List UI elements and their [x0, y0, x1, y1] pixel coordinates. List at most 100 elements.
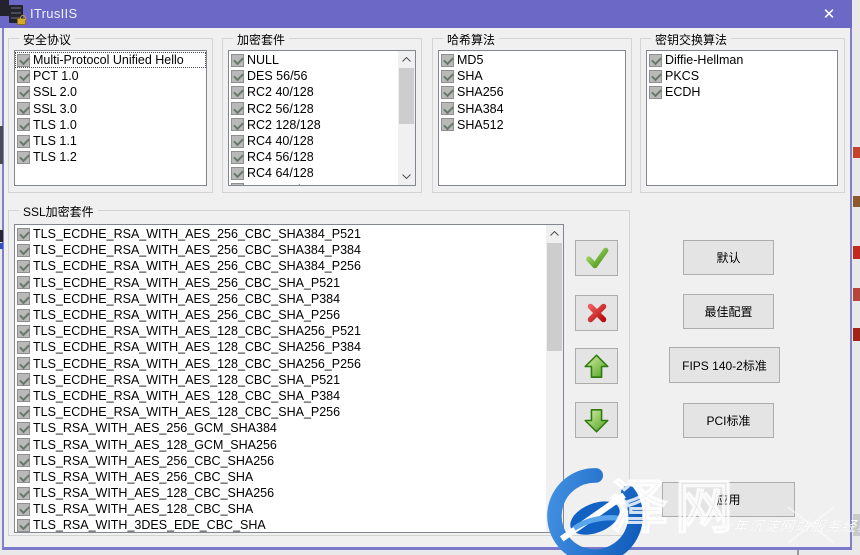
protocols-list[interactable]: Multi-Protocol Unified HelloPCT 1.0SSL 2…	[14, 50, 207, 186]
remove-button[interactable]	[575, 295, 618, 331]
list-item[interactable]: SHA384	[439, 101, 625, 117]
scroll-down-button[interactable]	[546, 515, 563, 532]
list-item[interactable]: DES 56/56	[229, 68, 415, 84]
checkbox-checked-icon[interactable]	[231, 167, 244, 180]
list-item[interactable]: SSL 2.0	[15, 84, 206, 100]
list-item[interactable]: TLS_ECDHE_RSA_WITH_AES_256_CBC_SHA_P521	[15, 275, 563, 291]
best-config-button[interactable]: 最佳配置	[683, 294, 774, 329]
checkbox-checked-icon[interactable]	[649, 54, 662, 67]
checkbox-checked-icon[interactable]	[17, 260, 30, 273]
checkbox-checked-icon[interactable]	[17, 118, 30, 131]
checkbox-checked-icon[interactable]	[441, 102, 454, 115]
list-item[interactable]: TLS_ECDHE_RSA_WITH_AES_256_CBC_SHA384_P5…	[15, 226, 563, 242]
list-item[interactable]: RC4 64/128	[229, 165, 415, 181]
checkbox-checked-icon[interactable]	[231, 183, 244, 186]
list-item[interactable]: NULL	[229, 52, 415, 68]
checkbox-checked-icon[interactable]	[17, 389, 30, 402]
scroll-up-button[interactable]	[546, 225, 563, 242]
checkbox-checked-icon[interactable]	[441, 118, 454, 131]
list-item[interactable]: TLS 1.0	[15, 117, 206, 133]
checkbox-checked-icon[interactable]	[17, 276, 30, 289]
list-item[interactable]: Multi-Protocol Unified Hello	[15, 52, 206, 68]
approve-button[interactable]	[575, 240, 618, 276]
fips-standard-button[interactable]: FIPS 140-2标准	[669, 347, 780, 383]
default-button[interactable]: 默认	[683, 240, 774, 275]
key-exchange-list[interactable]: Diffie-HellmanPKCSECDH	[646, 50, 838, 186]
checkbox-checked-icon[interactable]	[17, 244, 30, 257]
list-item[interactable]: TLS 1.1	[15, 133, 206, 149]
list-item[interactable]: PCT 1.0	[15, 68, 206, 84]
list-item[interactable]: TLS_ECDHE_RSA_WITH_AES_128_CBC_SHA_P256	[15, 404, 563, 420]
list-item[interactable]: TLS_ECDHE_RSA_WITH_AES_128_CBC_SHA256_P2…	[15, 356, 563, 372]
scroll-down-button[interactable]	[398, 168, 415, 185]
checkbox-checked-icon[interactable]	[17, 487, 30, 500]
list-item[interactable]: TLS_ECDHE_RSA_WITH_AES_256_CBC_SHA_P384	[15, 291, 563, 307]
ssl-suites-list[interactable]: TLS_ECDHE_RSA_WITH_AES_256_CBC_SHA384_P5…	[14, 224, 564, 533]
list-item[interactable]: TLS_RSA_WITH_3DES_EDE_CBC_SHA	[15, 517, 563, 533]
checkbox-checked-icon[interactable]	[17, 325, 30, 338]
list-item[interactable]: SSL 3.0	[15, 101, 206, 117]
list-item[interactable]: TLS 1.2	[15, 149, 206, 165]
checkbox-checked-icon[interactable]	[17, 86, 30, 99]
list-item[interactable]: RC4 40/128	[229, 133, 415, 149]
list-item[interactable]: SHA256	[439, 84, 625, 100]
list-item[interactable]: TLS_RSA_WITH_AES_256_CBC_SHA	[15, 469, 563, 485]
list-item[interactable]: SHA	[439, 68, 625, 84]
checkbox-checked-icon[interactable]	[17, 102, 30, 115]
checkbox-checked-icon[interactable]	[649, 70, 662, 83]
checkbox-checked-icon[interactable]	[231, 151, 244, 164]
list-item[interactable]: RC2 40/128	[229, 84, 415, 100]
checkbox-checked-icon[interactable]	[441, 54, 454, 67]
list-item[interactable]: Diffie-Hellman	[647, 52, 837, 68]
list-item[interactable]: TLS_RSA_WITH_AES_256_GCM_SHA384	[15, 420, 563, 436]
checkbox-checked-icon[interactable]	[17, 454, 30, 467]
ciphers-list[interactable]: NULLDES 56/56RC2 40/128RC2 56/128RC2 128…	[228, 50, 416, 186]
list-item[interactable]: RC2 56/128	[229, 101, 415, 117]
checkbox-checked-icon[interactable]	[17, 70, 30, 83]
list-item[interactable]: PKCS	[647, 68, 837, 84]
checkbox-checked-icon[interactable]	[17, 519, 30, 532]
checkbox-checked-icon[interactable]	[17, 503, 30, 516]
hashes-list[interactable]: MD5SHASHA256SHA384SHA512	[438, 50, 626, 186]
list-item[interactable]: RC2 128/128	[229, 117, 415, 133]
list-item[interactable]: TLS_RSA_WITH_AES_128_CBC_SHA	[15, 501, 563, 517]
list-item[interactable]: TLS_ECDHE_RSA_WITH_AES_256_CBC_SHA384_P3…	[15, 242, 563, 258]
list-item[interactable]: ECDH	[647, 84, 837, 100]
checkbox-checked-icon[interactable]	[17, 357, 30, 370]
checkbox-checked-icon[interactable]	[231, 102, 244, 115]
apply-button[interactable]: 应用	[662, 482, 795, 517]
list-item[interactable]: RC4 128/128	[229, 182, 415, 187]
checkbox-checked-icon[interactable]	[231, 86, 244, 99]
checkbox-checked-icon[interactable]	[231, 70, 244, 83]
list-item[interactable]: TLS_ECDHE_RSA_WITH_AES_256_CBC_SHA384_P2…	[15, 258, 563, 274]
checkbox-checked-icon[interactable]	[231, 54, 244, 67]
checkbox-checked-icon[interactable]	[17, 341, 30, 354]
list-item[interactable]: RC4 56/128	[229, 149, 415, 165]
ssl-scrollbar[interactable]	[546, 225, 563, 532]
list-item[interactable]: TLS_RSA_WITH_AES_128_CBC_SHA256	[15, 485, 563, 501]
scroll-up-button[interactable]	[398, 51, 415, 68]
checkbox-checked-icon[interactable]	[17, 406, 30, 419]
list-item[interactable]: TLS_RSA_WITH_AES_256_CBC_SHA256	[15, 453, 563, 469]
list-item[interactable]: TLS_ECDHE_RSA_WITH_AES_128_CBC_SHA_P521	[15, 372, 563, 388]
list-item[interactable]: TLS_ECDHE_RSA_WITH_AES_256_CBC_SHA_P256	[15, 307, 563, 323]
pci-standard-button[interactable]: PCI标准	[683, 403, 774, 438]
move-up-button[interactable]	[575, 348, 618, 384]
checkbox-checked-icon[interactable]	[17, 135, 30, 148]
list-item[interactable]: TLS_ECDHE_RSA_WITH_AES_128_CBC_SHA_P384	[15, 388, 563, 404]
checkbox-checked-icon[interactable]	[17, 422, 30, 435]
list-item[interactable]: TLS_ECDHE_RSA_WITH_AES_128_CBC_SHA256_P3…	[15, 339, 563, 355]
list-item[interactable]: MD5	[439, 52, 625, 68]
checkbox-checked-icon[interactable]	[441, 86, 454, 99]
close-button[interactable]: ✕	[806, 0, 852, 28]
checkbox-checked-icon[interactable]	[17, 470, 30, 483]
checkbox-checked-icon[interactable]	[17, 373, 30, 386]
checkbox-checked-icon[interactable]	[17, 54, 30, 67]
checkbox-checked-icon[interactable]	[17, 151, 30, 164]
ciphers-scrollbar[interactable]	[398, 51, 415, 185]
checkbox-checked-icon[interactable]	[441, 70, 454, 83]
checkbox-checked-icon[interactable]	[17, 228, 30, 241]
scroll-thumb[interactable]	[547, 243, 562, 351]
checkbox-checked-icon[interactable]	[231, 135, 244, 148]
checkbox-checked-icon[interactable]	[17, 292, 30, 305]
